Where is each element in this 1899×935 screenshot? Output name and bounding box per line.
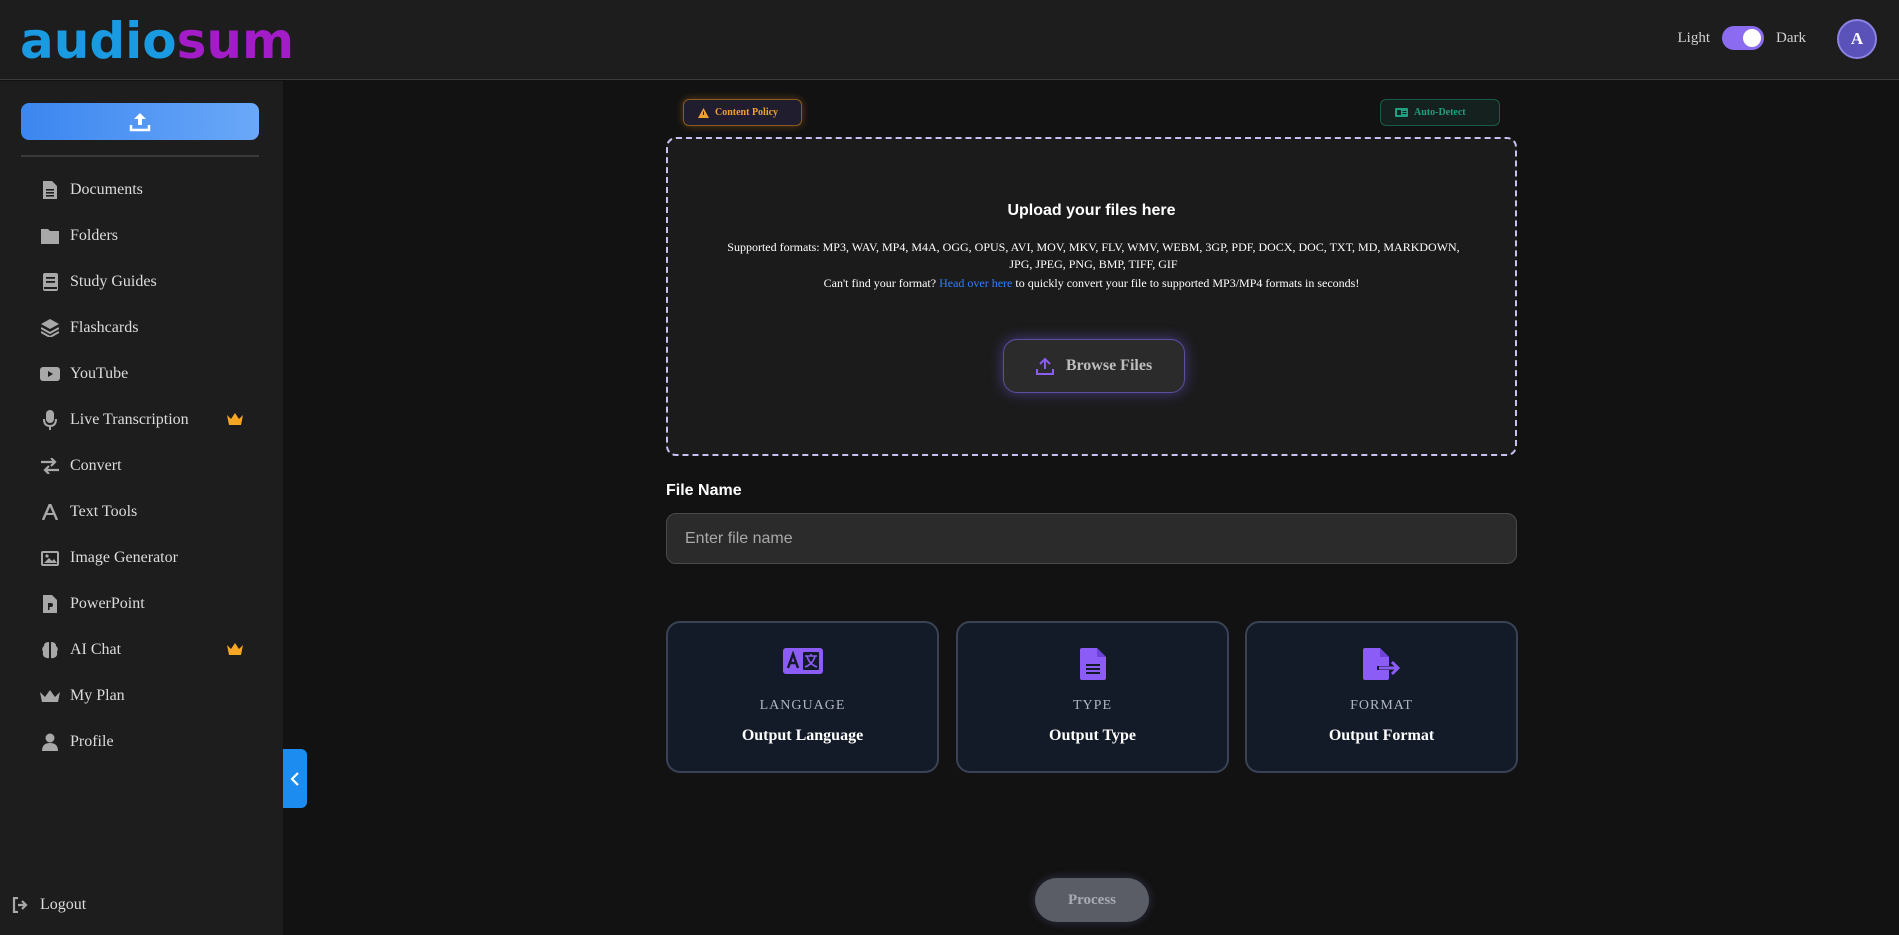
premium-crown-icon — [227, 412, 243, 430]
top-header: audiosum Light Dark A — [0, 0, 1899, 80]
logo-sum: sum — [176, 12, 295, 70]
swap-arrows-icon — [40, 456, 60, 476]
sidebar-item-label: Folders — [70, 227, 118, 244]
upload-title: Upload your files here — [1007, 202, 1176, 219]
sidebar-item-profile[interactable]: Profile — [0, 719, 283, 765]
crown-icon — [40, 686, 60, 706]
logout-button[interactable]: Logout — [12, 896, 86, 914]
browse-files-label: Browse Files — [1065, 357, 1153, 374]
sidebar-item-label: Text Tools — [70, 503, 138, 520]
help-prefix: Can't find your format? — [823, 276, 937, 290]
app-logo[interactable]: audiosum — [20, 10, 294, 72]
image-icon — [40, 548, 60, 568]
theme-toggle[interactable] — [1722, 26, 1764, 50]
sidebar-item-powerpoint[interactable]: PowerPoint — [0, 581, 283, 627]
upload-icon — [129, 112, 151, 131]
browse-files-button[interactable]: Browse Files — [1003, 339, 1185, 393]
card-category: TYPE — [1073, 698, 1112, 713]
sidebar-item-label: Documents — [70, 181, 143, 198]
output-format-card[interactable]: FORMAT Output Format — [1245, 621, 1518, 773]
sidebar-item-my-plan[interactable]: My Plan — [0, 673, 283, 719]
sidebar-item-study-guides[interactable]: Study Guides — [0, 259, 283, 305]
output-type-card[interactable]: TYPE Output Type — [956, 621, 1229, 773]
sidebar-item-label: Live Transcription — [70, 411, 189, 428]
sidebar-item-ai-chat[interactable]: AI Chat — [0, 627, 283, 673]
brain-icon — [40, 640, 60, 660]
upload-button[interactable] — [21, 103, 259, 140]
layers-icon — [40, 318, 60, 338]
card-title: Output Format — [1328, 727, 1435, 744]
auto-detect-label: Auto-Detect — [1414, 107, 1466, 118]
sidebar-collapse-button[interactable] — [283, 749, 307, 808]
avatar[interactable]: A — [1837, 19, 1877, 59]
theme-dark-label: Dark — [1776, 29, 1806, 46]
theme-switcher: Light Dark — [1677, 26, 1806, 50]
card-category: FORMAT — [1350, 698, 1413, 713]
file-name-label: File Name — [666, 482, 742, 499]
content-policy-label: Content Policy — [715, 107, 779, 118]
sidebar-item-label: PowerPoint — [70, 595, 145, 612]
sidebar-item-image-generator[interactable]: Image Generator — [0, 535, 283, 581]
format-help: Can't find your format? Head over here t… — [668, 276, 1515, 291]
logout-icon — [12, 897, 28, 913]
auto-detect-button[interactable]: Auto-Detect — [1380, 99, 1500, 126]
file-text-icon — [958, 648, 1227, 680]
theme-light-label: Light — [1677, 29, 1711, 46]
chevron-left-icon — [290, 771, 299, 786]
sidebar-item-flashcards[interactable]: Flashcards — [0, 305, 283, 351]
card-category: LANGUAGE — [759, 698, 846, 713]
upload-icon — [1035, 357, 1054, 375]
microphone-icon — [40, 410, 60, 430]
sidebar-item-youtube[interactable]: YouTube — [0, 351, 283, 397]
toggle-knob — [1743, 29, 1761, 47]
process-button[interactable]: Process — [1035, 878, 1149, 922]
folder-icon — [40, 226, 60, 246]
logo-audio: audio — [20, 12, 177, 70]
sidebar-item-label: YouTube — [70, 365, 129, 382]
card-title: Output Type — [1049, 727, 1136, 744]
sidebar: Documents Folders Study Guides Flashcard… — [0, 81, 283, 935]
sidebar-nav: Documents Folders Study Guides Flashcard… — [0, 167, 283, 765]
sidebar-item-label: Study Guides — [70, 273, 157, 290]
id-card-icon — [1395, 108, 1408, 117]
sidebar-item-text-tools[interactable]: Text Tools — [0, 489, 283, 535]
warning-icon — [698, 107, 709, 118]
sidebar-item-label: My Plan — [70, 687, 125, 704]
document-icon — [40, 180, 60, 200]
premium-crown-icon — [227, 642, 243, 660]
sidebar-item-live-transcription[interactable]: Live Transcription — [0, 397, 283, 443]
sidebar-item-documents[interactable]: Documents — [0, 167, 283, 213]
card-title: Output Language — [741, 727, 864, 744]
file-export-icon — [1247, 648, 1516, 680]
output-language-card[interactable]: LANGUAGE Output Language — [666, 621, 939, 773]
sidebar-item-label: Convert — [70, 457, 122, 474]
sidebar-item-label: AI Chat — [70, 641, 122, 658]
supported-formats: Supported formats: MP3, WAV, MP4, M4A, O… — [727, 240, 1460, 271]
file-name-input[interactable] — [666, 513, 1517, 564]
sidebar-item-convert[interactable]: Convert — [0, 443, 283, 489]
powerpoint-file-icon — [40, 594, 60, 614]
help-suffix: to quickly convert your file to supporte… — [1015, 276, 1360, 290]
translate-icon — [668, 648, 937, 674]
youtube-icon — [40, 364, 60, 384]
convert-link[interactable]: Head over here — [939, 276, 1012, 290]
sidebar-item-label: Flashcards — [70, 319, 139, 336]
logout-label: Logout — [40, 896, 87, 913]
sidebar-item-label: Image Generator — [70, 549, 178, 566]
user-icon — [40, 732, 60, 752]
font-icon — [40, 502, 60, 522]
sidebar-item-folders[interactable]: Folders — [0, 213, 283, 259]
content-policy-button[interactable]: Content Policy — [683, 99, 802, 126]
file-dropzone[interactable]: Upload your files here Supported formats… — [666, 137, 1517, 456]
book-icon — [40, 272, 60, 292]
sidebar-divider — [21, 155, 259, 157]
sidebar-item-label: Profile — [70, 733, 114, 750]
